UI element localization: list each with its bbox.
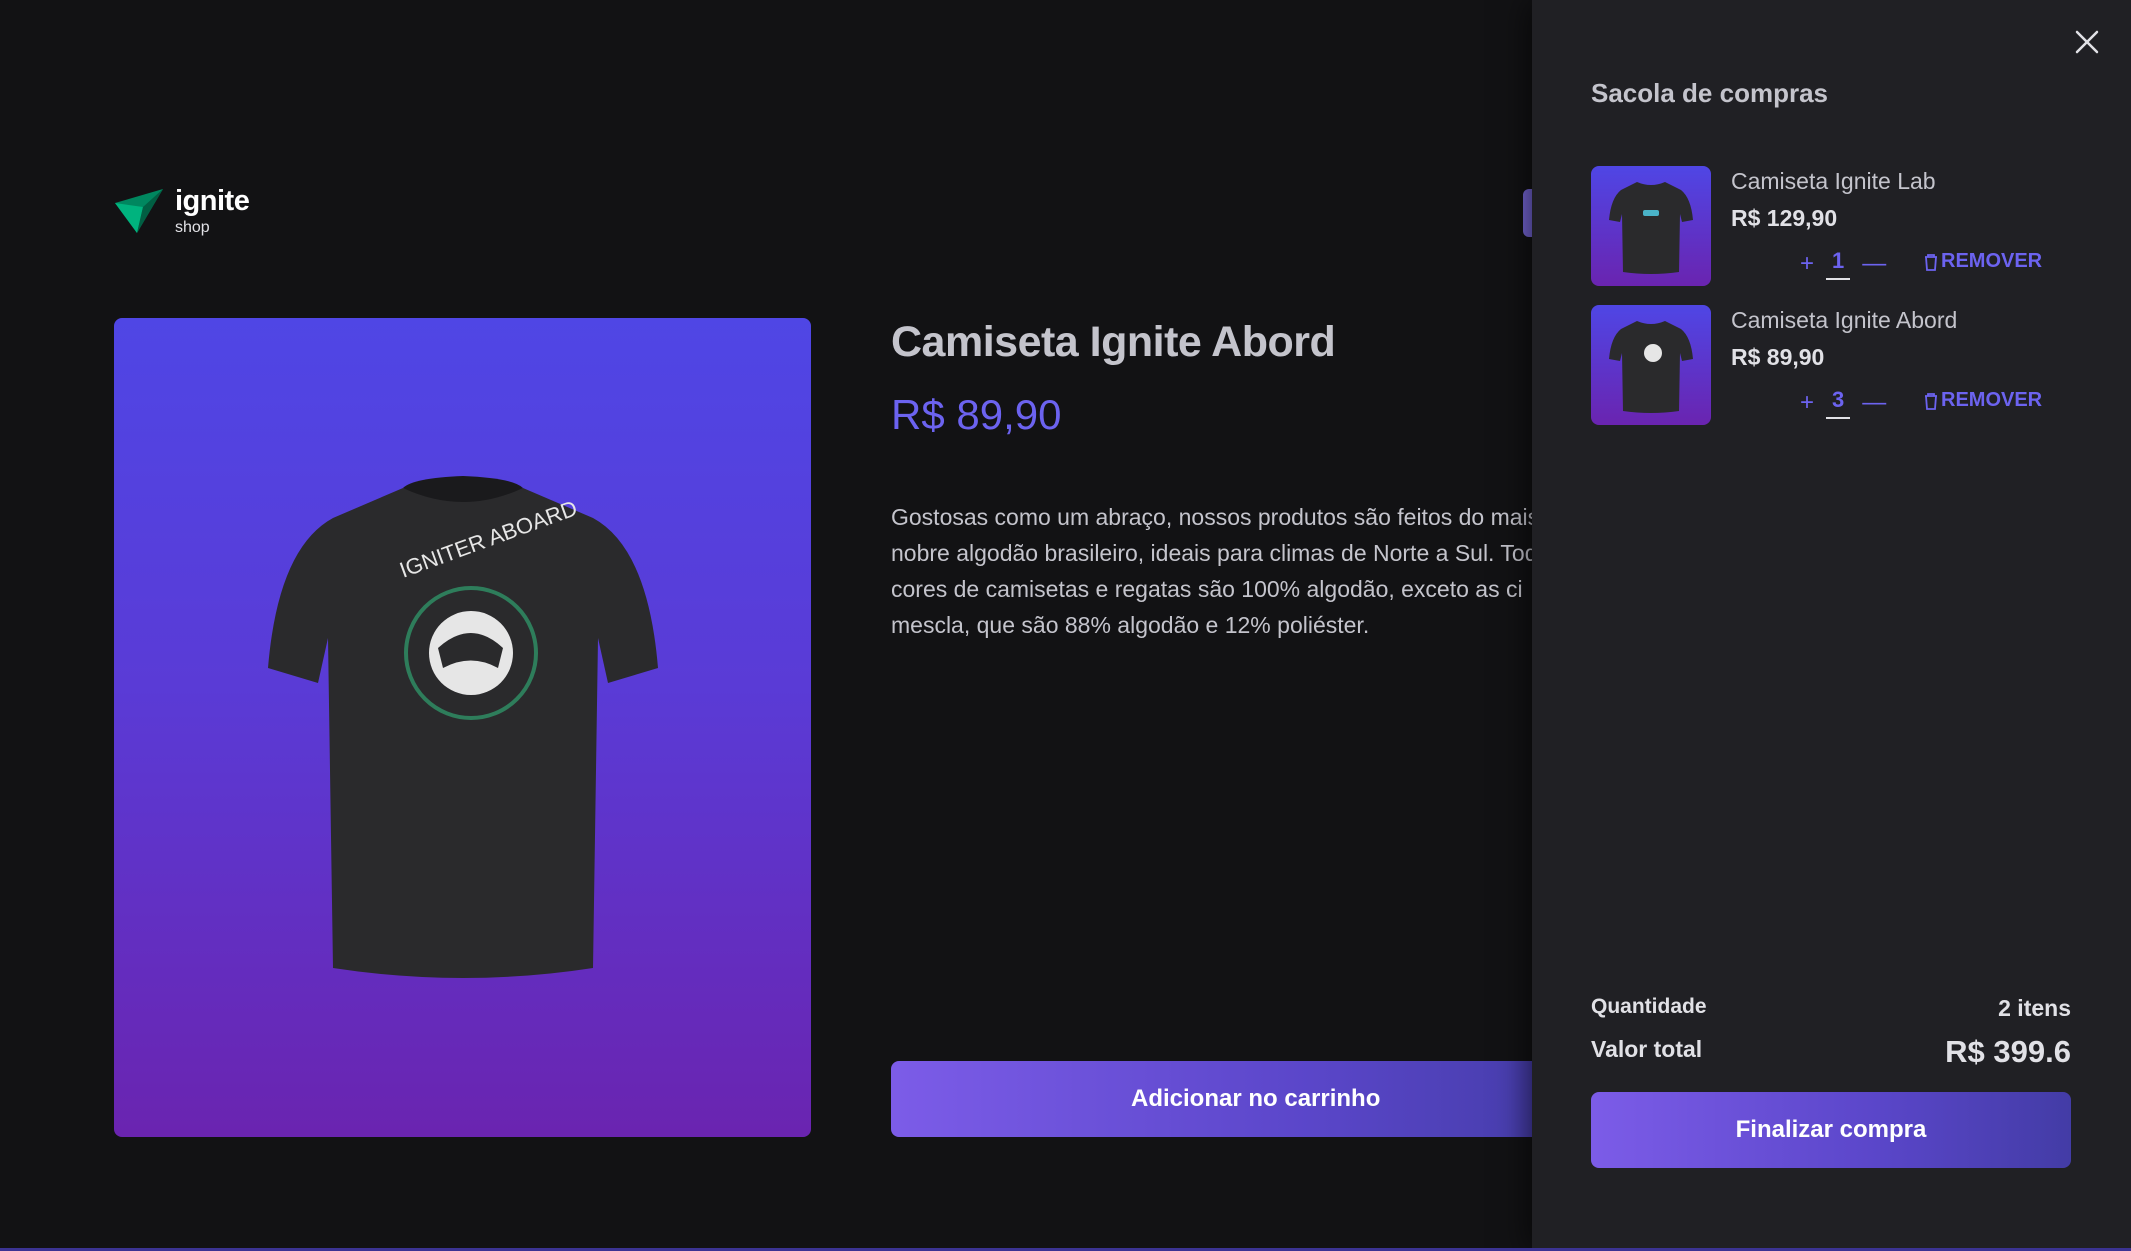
cart-item: Camiseta Ignite Abord R$ 89,90 + 3 — REM… bbox=[1591, 305, 2091, 425]
cart-item-name: Camiseta Ignite Lab bbox=[1731, 168, 1936, 194]
total-label: Valor total bbox=[1591, 1036, 1703, 1062]
remove-button[interactable]: REMOVER bbox=[1923, 250, 2042, 273]
remove-label: REMOVER bbox=[1941, 389, 2043, 411]
increase-button[interactable]: + bbox=[1800, 252, 1814, 276]
close-icon[interactable] bbox=[2073, 28, 2101, 56]
tshirt-thumbnail bbox=[1609, 182, 1693, 274]
trash-icon bbox=[1925, 392, 1937, 410]
quantity-stepper: + 1 — bbox=[1800, 248, 1886, 280]
cart-item-name: Camiseta Ignite Abord bbox=[1731, 307, 1958, 333]
total-value: R$ 399.6 bbox=[1945, 1034, 2071, 1069]
quantity-total: 2 itens bbox=[1998, 995, 2071, 1021]
product-title: Camiseta Ignite Abord bbox=[891, 318, 1336, 366]
brand-sub: shop bbox=[175, 218, 210, 236]
ignite-logo-icon bbox=[115, 189, 163, 233]
brand-name: ignite bbox=[175, 184, 250, 217]
increase-button[interactable]: + bbox=[1800, 391, 1814, 415]
quantity-summary: Quantidade 2 itens bbox=[1591, 995, 2071, 1025]
total-summary: Valor total R$ 399.6 bbox=[1591, 1032, 2071, 1072]
product-page: ignite shop IGNITER ABOARD Camiseta Igni… bbox=[0, 0, 2131, 1251]
cart-item-price: R$ 89,90 bbox=[1731, 344, 1825, 370]
product-image: IGNITER ABOARD bbox=[114, 318, 811, 1137]
product-description: Gostosas como um abraço, nossos produtos… bbox=[891, 504, 1569, 638]
cart-title: Sacola de compras bbox=[1591, 78, 1828, 108]
add-to-cart-button[interactable]: Adicionar no carrinho bbox=[891, 1061, 1591, 1137]
remove-label: REMOVER bbox=[1941, 250, 2043, 272]
checkout-button[interactable]: Finalizar compra bbox=[1591, 1092, 2071, 1168]
trash-icon bbox=[1925, 253, 1937, 271]
brand-logo[interactable]: ignite shop bbox=[113, 184, 250, 237]
cart-item-image bbox=[1591, 305, 1711, 425]
decrease-button[interactable]: — bbox=[1862, 252, 1886, 276]
cart-item-image bbox=[1591, 166, 1711, 286]
tshirt-thumbnail bbox=[1609, 321, 1693, 413]
cart-item-price: R$ 129,90 bbox=[1731, 205, 1838, 231]
product-info: Camiseta Ignite Abord R$ 89,90 Gostosas … bbox=[891, 318, 1568, 643]
cart-item: Camiseta Ignite Lab R$ 129,90 + 1 — REMO… bbox=[1591, 166, 2091, 286]
decrease-button[interactable]: — bbox=[1862, 391, 1886, 415]
product-price: R$ 89,90 bbox=[891, 391, 1062, 438]
tshirt-image: IGNITER ABOARD bbox=[267, 475, 658, 978]
quantity-stepper: + 3 — bbox=[1800, 387, 1886, 419]
quantity-label: Quantidade bbox=[1591, 995, 1707, 1018]
quantity-value[interactable]: 1 bbox=[1826, 248, 1851, 280]
quantity-value[interactable]: 3 bbox=[1826, 387, 1851, 419]
cart-drawer: Sacola de compras Camiseta Ignite Lab R$… bbox=[1532, 0, 2131, 1251]
remove-button[interactable]: REMOVER bbox=[1923, 389, 2042, 412]
